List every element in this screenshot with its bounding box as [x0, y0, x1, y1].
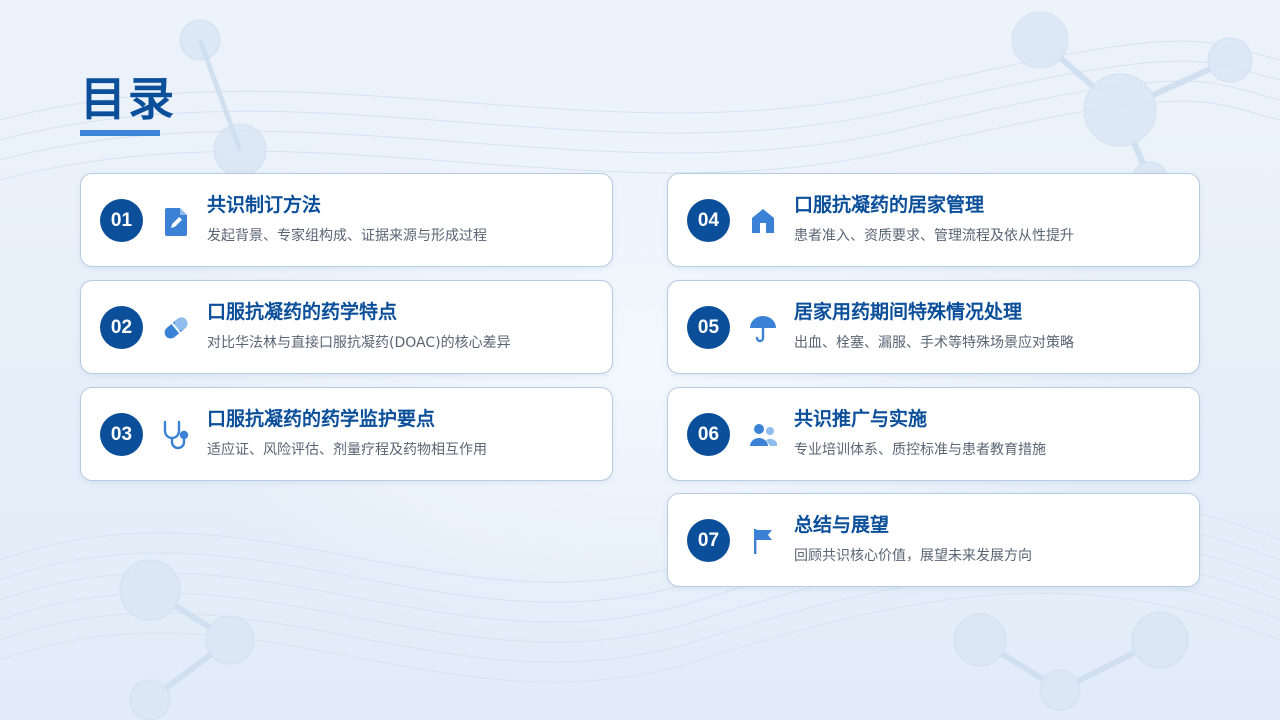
toc-item-07[interactable]: 07 总结与展望 回顾共识核心价值，展望未来发展方向 — [667, 493, 1200, 587]
toc-item-02[interactable]: 02 口服抗凝药的药学特点 对比华法林与直接口服抗凝药(DOAC)的核心差异 — [80, 280, 613, 374]
item-description: 回顾共识核心价值，展望未来发展方向 — [794, 548, 1032, 564]
item-title: 口服抗凝药的居家管理 — [794, 194, 985, 216]
umbrella-icon — [746, 311, 780, 345]
item-description: 对比华法林与直接口服抗凝药(DOAC)的核心差异 — [207, 335, 511, 351]
toc-item-03[interactable]: 03 口服抗凝药的药学监护要点 适应证、风险评估、剂量疗程及药物相互作用 — [80, 387, 613, 481]
item-number: 06 — [687, 413, 730, 456]
item-number: 04 — [687, 199, 730, 242]
item-description: 患者准入、资质要求、管理流程及依从性提升 — [794, 228, 1074, 244]
item-description: 发起背景、专家组构成、证据来源与形成过程 — [207, 228, 487, 244]
item-number: 02 — [100, 306, 143, 349]
item-description: 专业培训体系、质控标准与患者教育措施 — [794, 442, 1046, 458]
flag-icon — [746, 524, 780, 558]
item-title: 总结与展望 — [794, 514, 890, 536]
edit-icon — [159, 204, 193, 238]
item-title: 居家用药期间特殊情况处理 — [794, 301, 1023, 323]
stethoscope-icon — [159, 418, 193, 452]
item-number: 07 — [687, 519, 730, 562]
item-title: 口服抗凝药的药学特点 — [207, 301, 398, 323]
page-title: 目录 — [80, 72, 176, 126]
toc-item-06[interactable]: 06 共识推广与实施 专业培训体系、质控标准与患者教育措施 — [667, 387, 1200, 481]
item-number: 05 — [687, 306, 730, 349]
item-title: 口服抗凝药的药学监护要点 — [207, 408, 436, 430]
item-description: 出血、栓塞、漏服、手术等特殊场景应对策略 — [794, 335, 1074, 351]
pill-icon — [159, 311, 193, 345]
title-block: 目录 — [80, 70, 176, 136]
item-number: 03 — [100, 413, 143, 456]
toc-item-05[interactable]: 05 居家用药期间特殊情况处理 出血、栓塞、漏服、手术等特殊场景应对策略 — [667, 280, 1200, 374]
item-title: 共识推广与实施 — [794, 408, 928, 430]
title-underline — [80, 130, 160, 136]
users-icon — [746, 418, 780, 452]
toc-item-04[interactable]: 04 口服抗凝药的居家管理 患者准入、资质要求、管理流程及依从性提升 — [667, 173, 1200, 267]
toc-item-01[interactable]: 01 共识制订方法 发起背景、专家组构成、证据来源与形成过程 — [80, 173, 613, 267]
home-icon — [746, 204, 780, 238]
item-title: 共识制订方法 — [207, 194, 322, 216]
item-number: 01 — [100, 199, 143, 242]
item-description: 适应证、风险评估、剂量疗程及药物相互作用 — [207, 442, 487, 458]
